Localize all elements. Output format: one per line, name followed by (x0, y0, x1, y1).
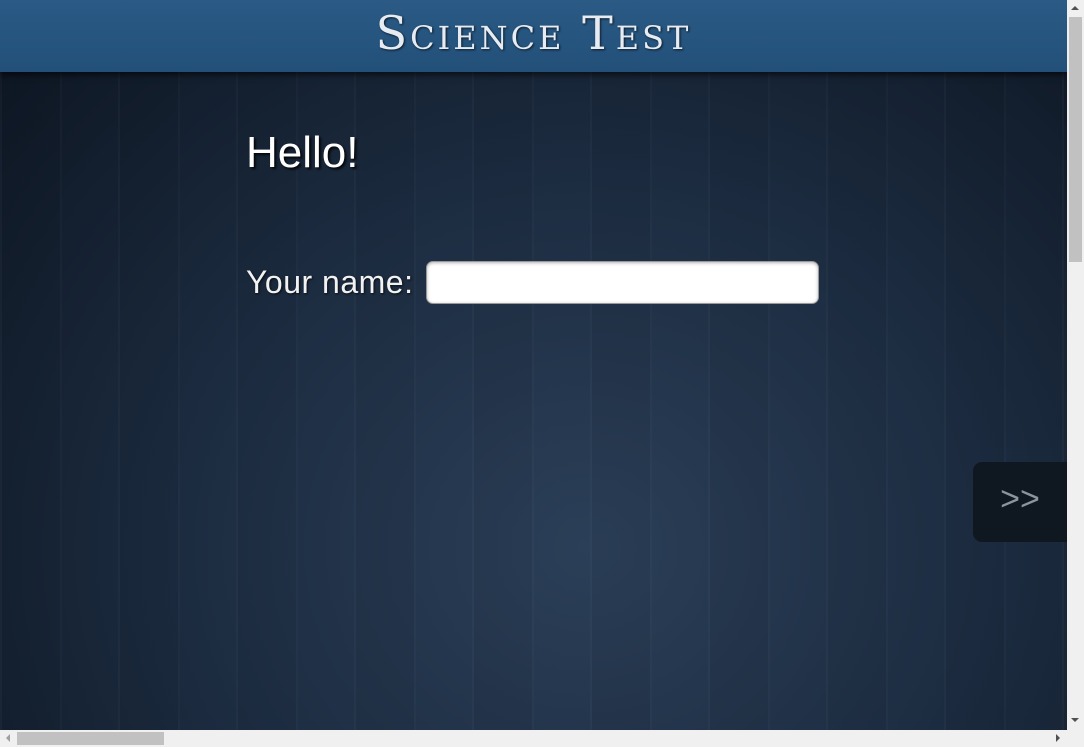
vertical-scrollbar[interactable] (1067, 0, 1084, 730)
page-viewport: Science Test Hello! Your name: >> (0, 0, 1067, 730)
site-title: Science Test (375, 6, 692, 60)
next-button[interactable]: >> (973, 462, 1067, 542)
greeting-heading: Hello! (246, 128, 359, 177)
scroll-down-icon[interactable] (1071, 718, 1079, 722)
vertical-scroll-thumb[interactable] (1069, 17, 1082, 262)
horizontal-scroll-thumb[interactable] (17, 732, 164, 745)
name-input[interactable] (426, 261, 820, 304)
horizontal-scrollbar[interactable] (0, 730, 1067, 747)
scrollbar-corner (1067, 730, 1084, 747)
name-label: Your name: (246, 264, 414, 300)
scroll-up-icon[interactable] (1071, 6, 1079, 10)
scroll-left-icon[interactable] (6, 734, 10, 742)
name-form-row: Your name: (246, 261, 820, 304)
scroll-right-icon[interactable] (1056, 734, 1060, 742)
site-header: Science Test (0, 0, 1067, 72)
